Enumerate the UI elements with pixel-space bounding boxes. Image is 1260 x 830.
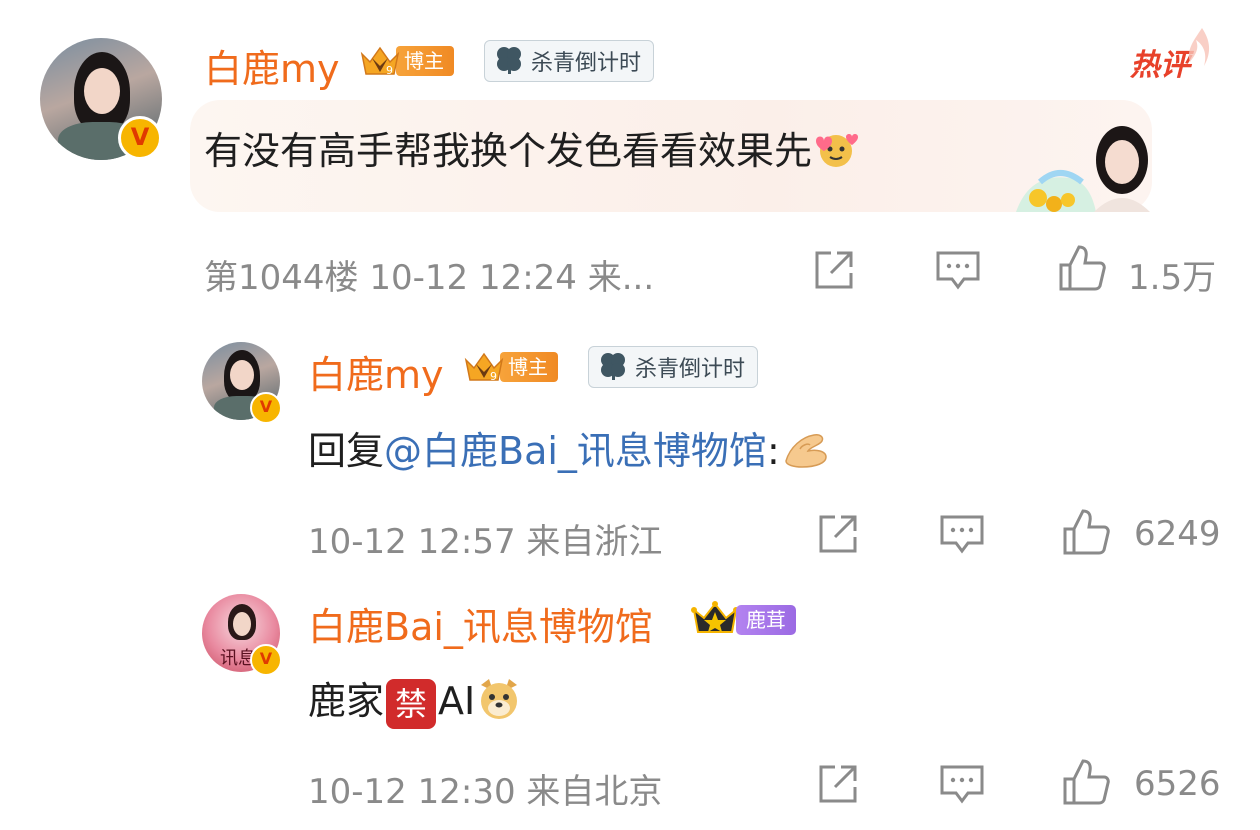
reply-text: 回复@白鹿Bai_讯息博物馆: [308,420,832,480]
thumbs-up-icon [1059,245,1106,291]
like-count: 6249 [1134,514,1221,554]
verified-icon: V [250,392,282,424]
clover-icon [493,43,525,79]
reply-suffix: : [766,429,780,473]
comment-button[interactable] [932,244,984,296]
username[interactable]: 白鹿Bai_讯息博物馆 [308,596,653,651]
share-button[interactable] [808,244,860,296]
crown-icon: 9 [462,350,506,384]
countdown-badge[interactable]: 杀青倒计时 [484,40,655,82]
ok-hand-emoji [780,427,832,480]
countdown-badge-label: 杀青倒计时 [531,51,642,76]
avatar-face [233,612,251,636]
username[interactable]: 白鹿my [308,344,444,399]
fan-badge: 鹿茸 [690,600,796,640]
username[interactable]: 白鹿my [204,38,340,93]
thumbs-up-icon [1063,759,1110,805]
reply-text-before: 鹿家 [308,679,385,723]
blogger-badge-label: 博主 [500,352,558,382]
like-count: 6526 [1134,764,1221,804]
hot-comment-badge: 热评 [1130,48,1190,83]
ban-emoji: 禁 [386,678,437,729]
reply-meta: 10-12 12:30 来自北京 [308,772,663,812]
blogger-badge: 9 博主 [358,44,454,78]
hot-flame-icon [1184,26,1214,70]
reply-meta: 10-12 12:57 来自浙江 [308,522,663,562]
share-icon [815,251,853,289]
share-icon [819,515,857,553]
like-button[interactable] [1060,506,1112,558]
like-button[interactable] [1056,242,1108,294]
comment-button[interactable] [936,508,988,560]
crown-icon [690,600,740,640]
comment-button[interactable] [936,758,988,810]
thumbs-up-icon [1063,509,1110,555]
like-button[interactable] [1060,756,1112,808]
svg-text:9: 9 [386,64,393,77]
blogger-badge-label: 博主 [396,46,454,76]
mention-link[interactable]: @白鹿Bai_讯息博物馆 [384,429,767,473]
share-icon [819,765,857,803]
comment-icon [936,251,980,290]
svg-text:9: 9 [490,370,497,383]
blogger-badge: 9 博主 [462,350,558,384]
fan-badge-label: 鹿茸 [736,605,796,635]
avatar-face [84,68,120,114]
crown-icon: 9 [358,44,402,78]
comment-icon [940,515,984,554]
reply-text-after: AI [438,679,476,723]
comment-text: 有没有高手帮我换个发色看看效果先 [204,120,860,180]
share-button[interactable] [812,758,864,810]
doge-heart-emoji [812,127,860,180]
verified-icon: V [118,116,162,160]
like-count: 1.5万 [1128,258,1217,298]
avatar-face [230,360,254,390]
comment-meta: 第1044楼 10-12 12:24 来... [204,258,655,298]
countdown-badge-label: 杀青倒计时 [635,357,746,382]
comment-icon [940,765,984,804]
bubble-decoration-sticker [1010,112,1154,212]
share-button[interactable] [812,508,864,560]
reply-prefix: 回复 [308,429,385,473]
clover-icon [597,349,629,385]
countdown-badge[interactable]: 杀青倒计时 [588,346,759,388]
verified-icon: V [250,644,282,676]
reply-text: 鹿家禁 AI [308,670,523,732]
comment-text-body: 有没有高手帮我换个发色看看效果先 [204,129,813,173]
doge-emoji [475,675,523,732]
